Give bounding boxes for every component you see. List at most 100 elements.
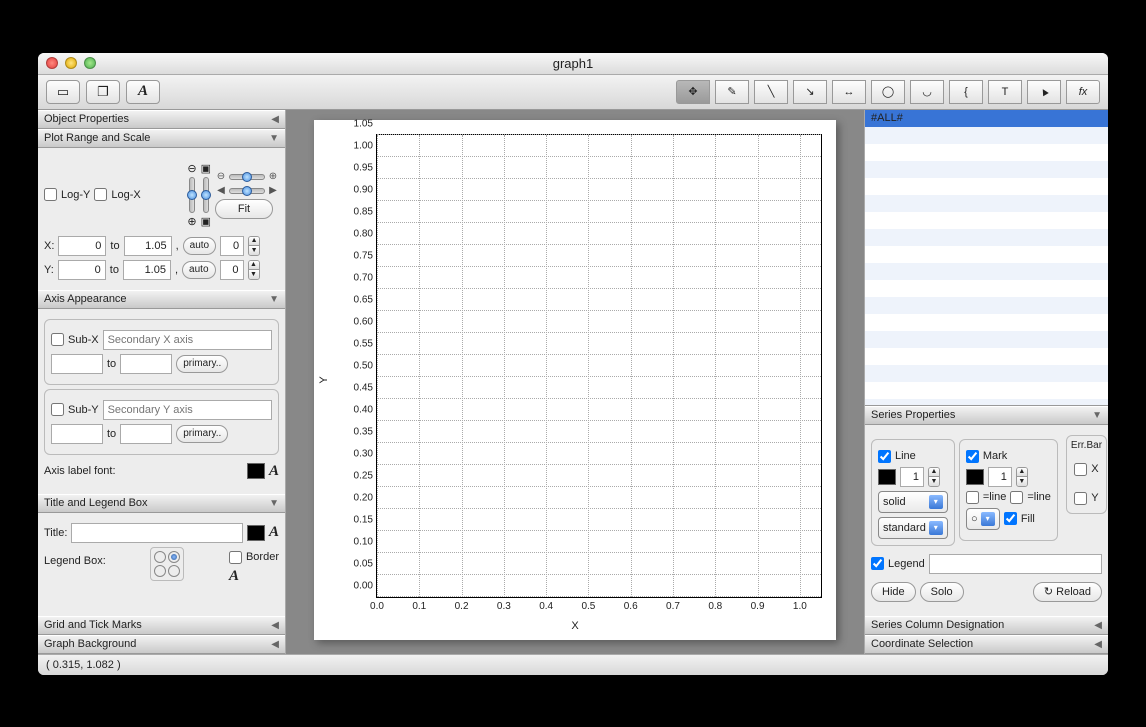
reset-y-icon[interactable]: ▣ xyxy=(201,162,211,175)
x-round-input[interactable] xyxy=(220,236,244,256)
mark-color[interactable] xyxy=(966,469,984,485)
title-legend-body: Title: A Legend Box: Border A xyxy=(38,513,285,595)
mark-size-input[interactable] xyxy=(988,467,1012,487)
line-style-combo[interactable]: solid▾ xyxy=(878,491,948,513)
left-pane: Object Properties◀ Plot Range and Scale▼… xyxy=(38,110,286,654)
title-font-button[interactable]: A xyxy=(269,524,279,541)
y-tick: 0.60 xyxy=(354,316,373,327)
y-to-input[interactable] xyxy=(123,260,171,280)
sub-y-primary-button[interactable]: primary.. xyxy=(176,425,228,443)
legend-border-checkbox[interactable] xyxy=(229,551,242,564)
mark-eqline1-checkbox[interactable] xyxy=(966,491,979,504)
line-width-stepper[interactable]: ▲▼ xyxy=(928,467,940,487)
axis-font-color[interactable] xyxy=(247,463,265,479)
legend-checkbox[interactable] xyxy=(871,557,884,570)
arrow-tool[interactable]: ↘ xyxy=(793,80,827,104)
zoom-out-y-icon[interactable]: ⊖ xyxy=(187,162,196,175)
line-checkbox[interactable] xyxy=(878,450,891,463)
axis-font-button[interactable]: A xyxy=(269,463,279,480)
pan-tool[interactable]: ✥ xyxy=(676,80,710,104)
sub-y-to[interactable] xyxy=(120,424,172,444)
axis-appearance-header[interactable]: Axis Appearance▼ xyxy=(38,290,285,309)
sub-y-checkbox[interactable] xyxy=(51,403,64,416)
x-to-input[interactable] xyxy=(124,236,172,256)
y-round-stepper[interactable]: ▲▼ xyxy=(248,260,260,280)
x-round-stepper[interactable]: ▲▼ xyxy=(248,236,260,256)
solo-button[interactable]: Solo xyxy=(920,582,964,602)
coord-sel-header[interactable]: Coordinate Selection◀ xyxy=(865,635,1108,654)
y-auto-button[interactable]: auto xyxy=(182,261,215,279)
series-col-header[interactable]: Series Column Designation◀ xyxy=(865,616,1108,635)
fx-tool[interactable]: fx xyxy=(1066,80,1100,104)
plot-area[interactable]: 0.000.050.100.150.200.250.300.350.400.45… xyxy=(376,134,822,598)
brace-tool[interactable]: { xyxy=(949,80,983,104)
y-pan-slider[interactable] xyxy=(203,177,209,213)
zoom-in-x-icon[interactable]: ⊕ xyxy=(267,171,279,183)
text-tool[interactable]: T xyxy=(988,80,1022,104)
legend-font-button[interactable]: A xyxy=(229,568,239,584)
legend-pos-tr[interactable] xyxy=(168,551,180,563)
view-mode-button[interactable]: ▭ xyxy=(46,80,80,104)
x-from-input[interactable] xyxy=(58,236,106,256)
line-tool[interactable]: ╲ xyxy=(754,80,788,104)
title-color[interactable] xyxy=(247,525,265,541)
errbar-y-label: Y xyxy=(1091,492,1098,504)
sub-x-primary-button[interactable]: primary.. xyxy=(176,355,228,373)
mark-checkbox[interactable] xyxy=(966,450,979,463)
zoom-out-x-icon[interactable]: ⊖ xyxy=(215,171,227,183)
mark-fill-checkbox[interactable] xyxy=(1004,512,1017,525)
sub-x-checkbox[interactable] xyxy=(51,333,64,346)
mark-eqline2-checkbox[interactable] xyxy=(1010,491,1023,504)
x-zoom-slider[interactable] xyxy=(229,174,265,180)
y-from-input[interactable] xyxy=(58,260,106,280)
sub-y-from[interactable] xyxy=(51,424,103,444)
plot-range-header[interactable]: Plot Range and Scale▼ xyxy=(38,129,285,148)
grid-ticks-label: Grid and Tick Marks xyxy=(44,619,142,631)
sub-x-from[interactable] xyxy=(51,354,103,374)
double-arrow-tool[interactable]: ↔ xyxy=(832,80,866,104)
mark-shape-combo[interactable]: ○▾ xyxy=(966,508,1000,530)
y-zoom-slider[interactable] xyxy=(189,177,195,213)
legend-pos-br[interactable] xyxy=(168,565,180,577)
title-input[interactable] xyxy=(71,523,243,543)
legend-text-input[interactable] xyxy=(929,554,1102,574)
line-color[interactable] xyxy=(878,469,896,485)
errbar-x-checkbox[interactable] xyxy=(1074,463,1087,476)
legend-pos-bl[interactable] xyxy=(154,565,166,577)
series-list[interactable]: #ALL# xyxy=(865,110,1108,406)
title-legend-header[interactable]: Title and Legend Box▼ xyxy=(38,494,285,513)
edit-tool[interactable]: ✎ xyxy=(715,80,749,104)
sub-y-input[interactable] xyxy=(103,400,272,420)
grid-ticks-header[interactable]: Grid and Tick Marks◀ xyxy=(38,616,285,635)
reset-y2-icon[interactable]: ▣ xyxy=(201,215,211,228)
font-mode-button[interactable]: A xyxy=(126,80,160,104)
page-mode-button[interactable]: ❐ xyxy=(86,80,120,104)
x-auto-button[interactable]: auto xyxy=(183,237,216,255)
graph-bg-header[interactable]: Graph Background◀ xyxy=(38,635,285,654)
errbar-y-checkbox[interactable] xyxy=(1074,492,1087,505)
select-tool[interactable]: ▲ xyxy=(1027,80,1061,104)
legend-pos-tl[interactable] xyxy=(154,551,166,563)
line-pattern-combo[interactable]: standard▾ xyxy=(878,517,948,539)
series-item-all[interactable]: #ALL# xyxy=(865,110,1108,127)
sub-x-input[interactable] xyxy=(103,330,272,350)
log-y-checkbox[interactable] xyxy=(44,188,57,201)
log-x-checkbox[interactable] xyxy=(94,188,107,201)
zoom-in-y-icon[interactable]: ⊕ xyxy=(187,215,196,228)
hide-button[interactable]: Hide xyxy=(871,582,916,602)
object-properties-header[interactable]: Object Properties◀ xyxy=(38,110,285,129)
y-round-input[interactable] xyxy=(220,260,244,280)
pan-right-icon[interactable]: ▶ xyxy=(267,185,279,197)
series-props-header[interactable]: Series Properties▼ xyxy=(865,406,1108,425)
sub-x-to[interactable] xyxy=(120,354,172,374)
arc-tool[interactable]: ◡ xyxy=(910,80,944,104)
x-pan-slider[interactable] xyxy=(229,188,265,194)
circle-icon: ◯ xyxy=(882,85,894,98)
mark-size-stepper[interactable]: ▲▼ xyxy=(1016,467,1028,487)
fit-button[interactable]: Fit xyxy=(215,199,273,219)
line-width-input[interactable] xyxy=(900,467,924,487)
pan-left-icon[interactable]: ◀ xyxy=(215,185,227,197)
circle-tool[interactable]: ◯ xyxy=(871,80,905,104)
title-legend-label: Title and Legend Box xyxy=(44,497,148,509)
reload-button[interactable]: ↻ Reload xyxy=(1033,582,1102,602)
